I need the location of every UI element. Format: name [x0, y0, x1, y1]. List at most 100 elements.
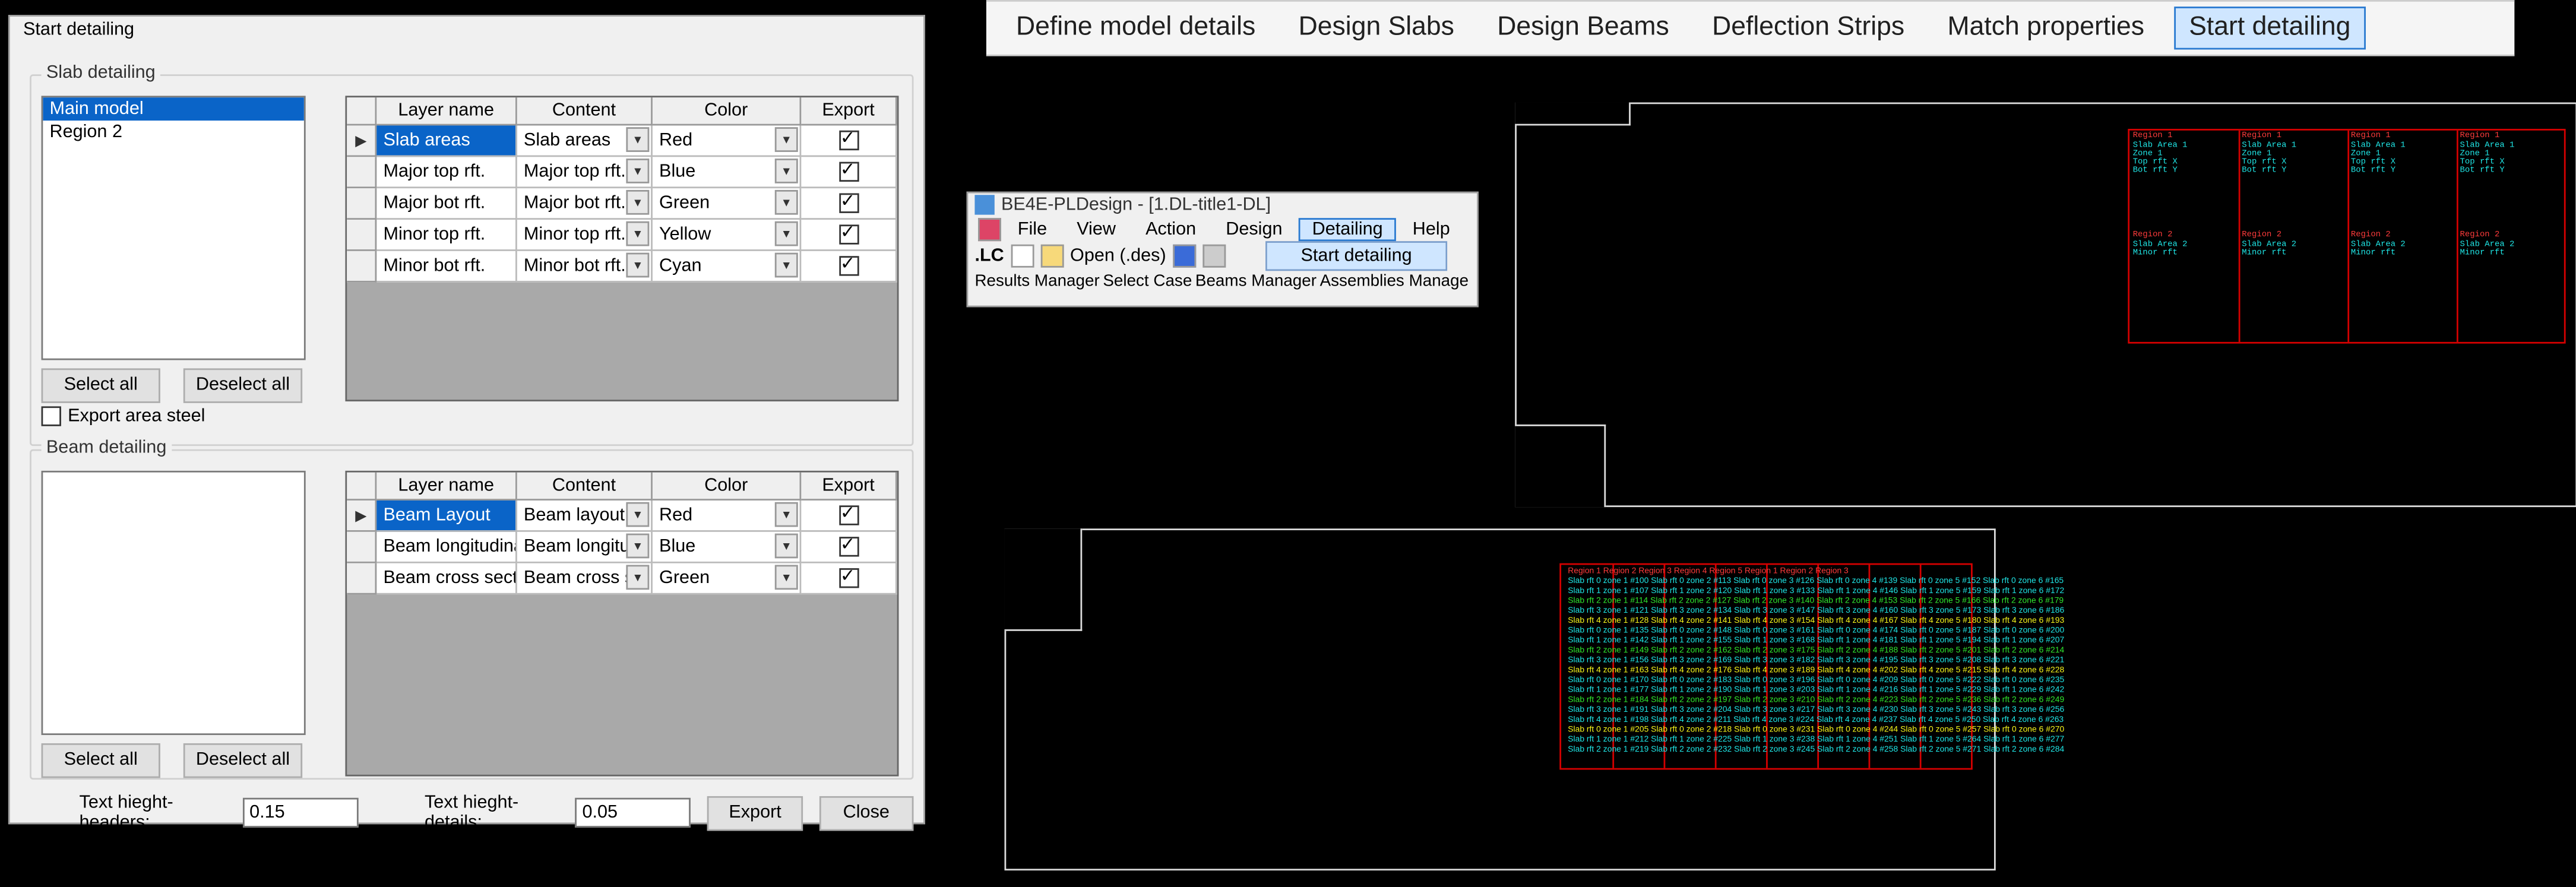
col-layer-name[interactable]: Layer name [376, 97, 517, 125]
chevron-down-icon[interactable]: ▾ [775, 253, 798, 278]
col-export[interactable]: Export [801, 97, 897, 125]
chevron-down-icon[interactable]: ▾ [775, 221, 798, 246]
slab-select-all-button[interactable]: Select all [42, 368, 160, 403]
slab-deselect-all-button[interactable]: Deselect all [183, 368, 302, 403]
bottombar-beams-manager[interactable]: Beams Manager [1195, 273, 1317, 291]
open-des-button[interactable]: Open (.des) [1070, 246, 1166, 266]
chevron-down-icon[interactable]: ▾ [775, 190, 798, 215]
text-height-details-input[interactable] [575, 798, 691, 828]
menu-design[interactable]: Design [1213, 218, 1296, 241]
table-row[interactable]: Beam cross secti... Beam cross s...▾ Gre… [347, 563, 897, 595]
table-row[interactable]: Major top rft. Major top rft.▾ Blue▾ [347, 157, 897, 188]
chevron-down-icon[interactable]: ▾ [775, 127, 798, 152]
chevron-down-icon[interactable]: ▾ [626, 502, 649, 527]
beam-deselect-all-button[interactable]: Deselect all [183, 743, 302, 778]
menu-file[interactable]: File [1005, 218, 1061, 241]
dropdown-start-detailing[interactable]: Start detailing [1267, 243, 1445, 270]
cell-content[interactable]: Beam longitu...▾ [517, 532, 653, 563]
col-color[interactable]: Color [653, 473, 801, 500]
menu-help[interactable]: Help [1400, 218, 1463, 241]
chevron-down-icon[interactable]: ▾ [775, 159, 798, 183]
menu-action[interactable]: Action [1132, 218, 1210, 241]
cell-export[interactable] [801, 157, 897, 188]
menu-detailing[interactable]: Detailing [1299, 218, 1396, 241]
cad-viewport-bottom[interactable]: Region 1 Region 2 Region 3 Region 4 Regi… [1005, 528, 1996, 870]
toolbar-define-model-details[interactable]: Define model details [1003, 8, 1269, 48]
cell-color[interactable]: Red▾ [653, 500, 801, 532]
cell-export[interactable] [801, 251, 897, 283]
cell-layer[interactable]: Beam cross secti... [376, 563, 517, 595]
chevron-down-icon[interactable]: ▾ [775, 534, 798, 559]
chevron-down-icon[interactable]: ▾ [775, 565, 798, 590]
cell-content[interactable]: Major bot rft.▾ [517, 188, 653, 220]
beam-select-all-button[interactable]: Select all [42, 743, 160, 778]
col-layer-name[interactable]: Layer name [376, 473, 517, 500]
cell-layer[interactable]: Beam longitudinal... [376, 532, 517, 563]
cell-layer[interactable]: Slab areas [376, 125, 517, 157]
cell-content[interactable]: Beam cross s...▾ [517, 563, 653, 595]
beam-layers-grid[interactable]: Layer name Content Color Export ▶ Beam L… [345, 471, 898, 777]
table-row[interactable]: Minor bot rft. Minor bot rft.▾ Cyan▾ [347, 251, 897, 283]
bottombar-assemblies-manager[interactable]: Assemblies Manage [1320, 273, 1469, 291]
cell-content[interactable]: Slab areas▾ [517, 125, 653, 157]
col-color[interactable]: Color [653, 97, 801, 125]
cell-export[interactable] [801, 188, 897, 220]
slab-region-listbox[interactable]: Main model Region 2 [42, 96, 306, 360]
toolbar-deflection-strips[interactable]: Deflection Strips [1699, 8, 1918, 48]
chevron-down-icon[interactable]: ▾ [775, 502, 798, 527]
bottombar-results-manager[interactable]: Results Manager [974, 273, 1099, 291]
beam-region-listbox[interactable] [42, 471, 306, 735]
save-icon[interactable] [1173, 245, 1196, 268]
chevron-down-icon[interactable]: ▾ [626, 534, 649, 559]
col-export[interactable]: Export [801, 473, 897, 500]
toolbar-design-beams[interactable]: Design Beams [1484, 8, 1682, 48]
cell-content[interactable]: Minor bot rft.▾ [517, 251, 653, 283]
col-content[interactable]: Content [517, 97, 653, 125]
cell-export[interactable] [801, 125, 897, 157]
cell-layer[interactable]: Major top rft. [376, 157, 517, 188]
cell-color[interactable]: Green▾ [653, 188, 801, 220]
cell-export[interactable] [801, 532, 897, 563]
cell-export[interactable] [801, 220, 897, 251]
open-folder-icon[interactable] [1040, 245, 1064, 268]
table-row[interactable]: ▶ Beam Layout Beam layout▾ Red▾ [347, 500, 897, 532]
cell-content[interactable]: Major top rft.▾ [517, 157, 653, 188]
table-row[interactable]: Minor top rft. Minor top rft.▾ Yellow▾ [347, 220, 897, 251]
slab-layers-grid[interactable]: Layer name Content Color Export ▶ Slab a… [345, 96, 898, 401]
chevron-down-icon[interactable]: ▾ [626, 565, 649, 590]
table-row[interactable]: ▶ Slab areas Slab areas▾ Red▾ [347, 125, 897, 157]
toolbar-design-slabs[interactable]: Design Slabs [1285, 8, 1467, 48]
export-area-steel-checkbox[interactable]: Export area steel [42, 406, 205, 426]
cell-color[interactable]: Red▾ [653, 125, 801, 157]
cell-export[interactable] [801, 563, 897, 595]
cell-color[interactable]: Blue▾ [653, 532, 801, 563]
export-button[interactable]: Export [708, 796, 802, 830]
new-file-icon[interactable] [1011, 245, 1034, 268]
bottombar-select-case[interactable]: Select Case [1103, 273, 1192, 291]
cell-layer[interactable]: Beam Layout [376, 500, 517, 532]
table-row[interactable]: Major bot rft. Major bot rft.▾ Green▾ [347, 188, 897, 220]
chevron-down-icon[interactable]: ▾ [626, 190, 649, 215]
chevron-down-icon[interactable]: ▾ [626, 253, 649, 278]
text-height-headers-input[interactable] [243, 798, 359, 828]
cell-content[interactable]: Minor top rft.▾ [517, 220, 653, 251]
table-row[interactable]: Beam longitudinal... Beam longitu...▾ Bl… [347, 532, 897, 563]
cell-layer[interactable]: Major bot rft. [376, 188, 517, 220]
cell-color[interactable]: Blue▾ [653, 157, 801, 188]
chevron-down-icon[interactable]: ▾ [626, 127, 649, 152]
toolbar-start-detailing[interactable]: Start detailing [2174, 7, 2365, 49]
print-icon[interactable] [1202, 245, 1226, 268]
list-item[interactable]: Region 2 [43, 121, 304, 144]
cell-content[interactable]: Beam layout▾ [517, 500, 653, 532]
col-content[interactable]: Content [517, 473, 653, 500]
cell-color[interactable]: Cyan▾ [653, 251, 801, 283]
cell-export[interactable] [801, 500, 897, 532]
cell-layer[interactable]: Minor bot rft. [376, 251, 517, 283]
cell-color[interactable]: Green▾ [653, 563, 801, 595]
chevron-down-icon[interactable]: ▾ [626, 159, 649, 183]
lc-icon[interactable]: .LC [974, 246, 1004, 266]
close-button[interactable]: Close [819, 796, 913, 830]
cell-color[interactable]: Yellow▾ [653, 220, 801, 251]
list-item[interactable]: Main model [43, 97, 304, 121]
menu-view[interactable]: View [1064, 218, 1129, 241]
